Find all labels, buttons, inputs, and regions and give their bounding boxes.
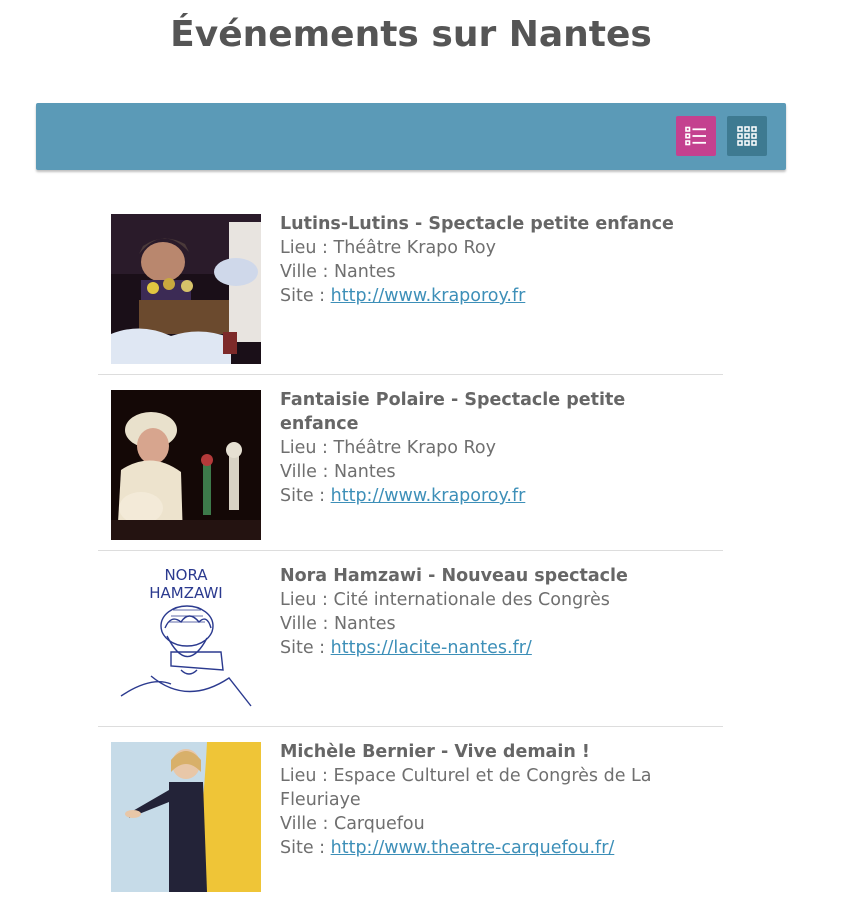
- event-list: Lutins-Lutins - Spectacle petite enfance…: [98, 199, 723, 903]
- michele-bernier-photo[interactable]: [111, 742, 261, 892]
- event-site: Site : http://www.theatre-carquefou.fr/: [280, 838, 615, 858]
- image-subtitle: HAMZAWI: [149, 584, 222, 602]
- event-site-link[interactable]: http://www.kraporoy.fr: [331, 286, 526, 306]
- puppet-show-photo[interactable]: [111, 214, 261, 364]
- event-city: Ville : Nantes: [280, 462, 396, 482]
- event-item: Fantaisie Polaire - Spectacle petite enf…: [98, 375, 723, 551]
- event-site-link[interactable]: http://www.kraporoy.fr: [331, 486, 526, 506]
- event-title[interactable]: Fantaisie Polaire - Spectacle petite enf…: [280, 388, 700, 436]
- event-city: Ville : Nantes: [280, 614, 396, 634]
- event-venue: Lieu : Théâtre Krapo Roy: [280, 438, 496, 458]
- event-item: Michèle Bernier - Vive demain ! Lieu : E…: [98, 727, 723, 903]
- event-title[interactable]: Lutins-Lutins - Spectacle petite enfance: [280, 212, 700, 236]
- event-site: Site : http://www.kraporoy.fr: [280, 486, 526, 506]
- event-venue: Lieu : Cité internationale des Congrès: [280, 590, 610, 610]
- event-site: Site : http://www.kraporoy.fr: [280, 286, 526, 306]
- page-title: Événements sur Nantes: [170, 14, 652, 55]
- grid-view-button[interactable]: [727, 116, 767, 156]
- event-site-link[interactable]: https://lacite-nantes.fr/: [331, 638, 532, 658]
- event-title[interactable]: Michèle Bernier - Vive demain !: [280, 740, 700, 764]
- nora-hamzawi-drawing[interactable]: NORA HAMZAWI: [111, 566, 261, 716]
- event-title[interactable]: Nora Hamzawi - Nouveau spectacle: [280, 564, 700, 588]
- event-city: Ville : Nantes: [280, 262, 396, 282]
- event-item: NORA HAMZAWI Nora Hamzawi - Nouveau spec…: [98, 551, 723, 727]
- event-site: Site : https://lacite-nantes.fr/: [280, 638, 532, 658]
- list-view-icon: [685, 126, 706, 146]
- grid-view-icon: [737, 126, 757, 146]
- list-view-button[interactable]: [676, 116, 716, 156]
- event-item: Lutins-Lutins - Spectacle petite enfance…: [98, 199, 723, 375]
- event-venue: Lieu : Espace Culturel et de Congrès de …: [280, 766, 652, 810]
- view-toolbar: [36, 103, 786, 170]
- event-venue: Lieu : Théâtre Krapo Roy: [280, 238, 496, 258]
- winter-costume-photo[interactable]: [111, 390, 261, 540]
- image-title: NORA: [164, 566, 208, 584]
- event-city: Ville : Carquefou: [280, 814, 425, 834]
- event-site-link[interactable]: http://www.theatre-carquefou.fr/: [331, 838, 615, 858]
